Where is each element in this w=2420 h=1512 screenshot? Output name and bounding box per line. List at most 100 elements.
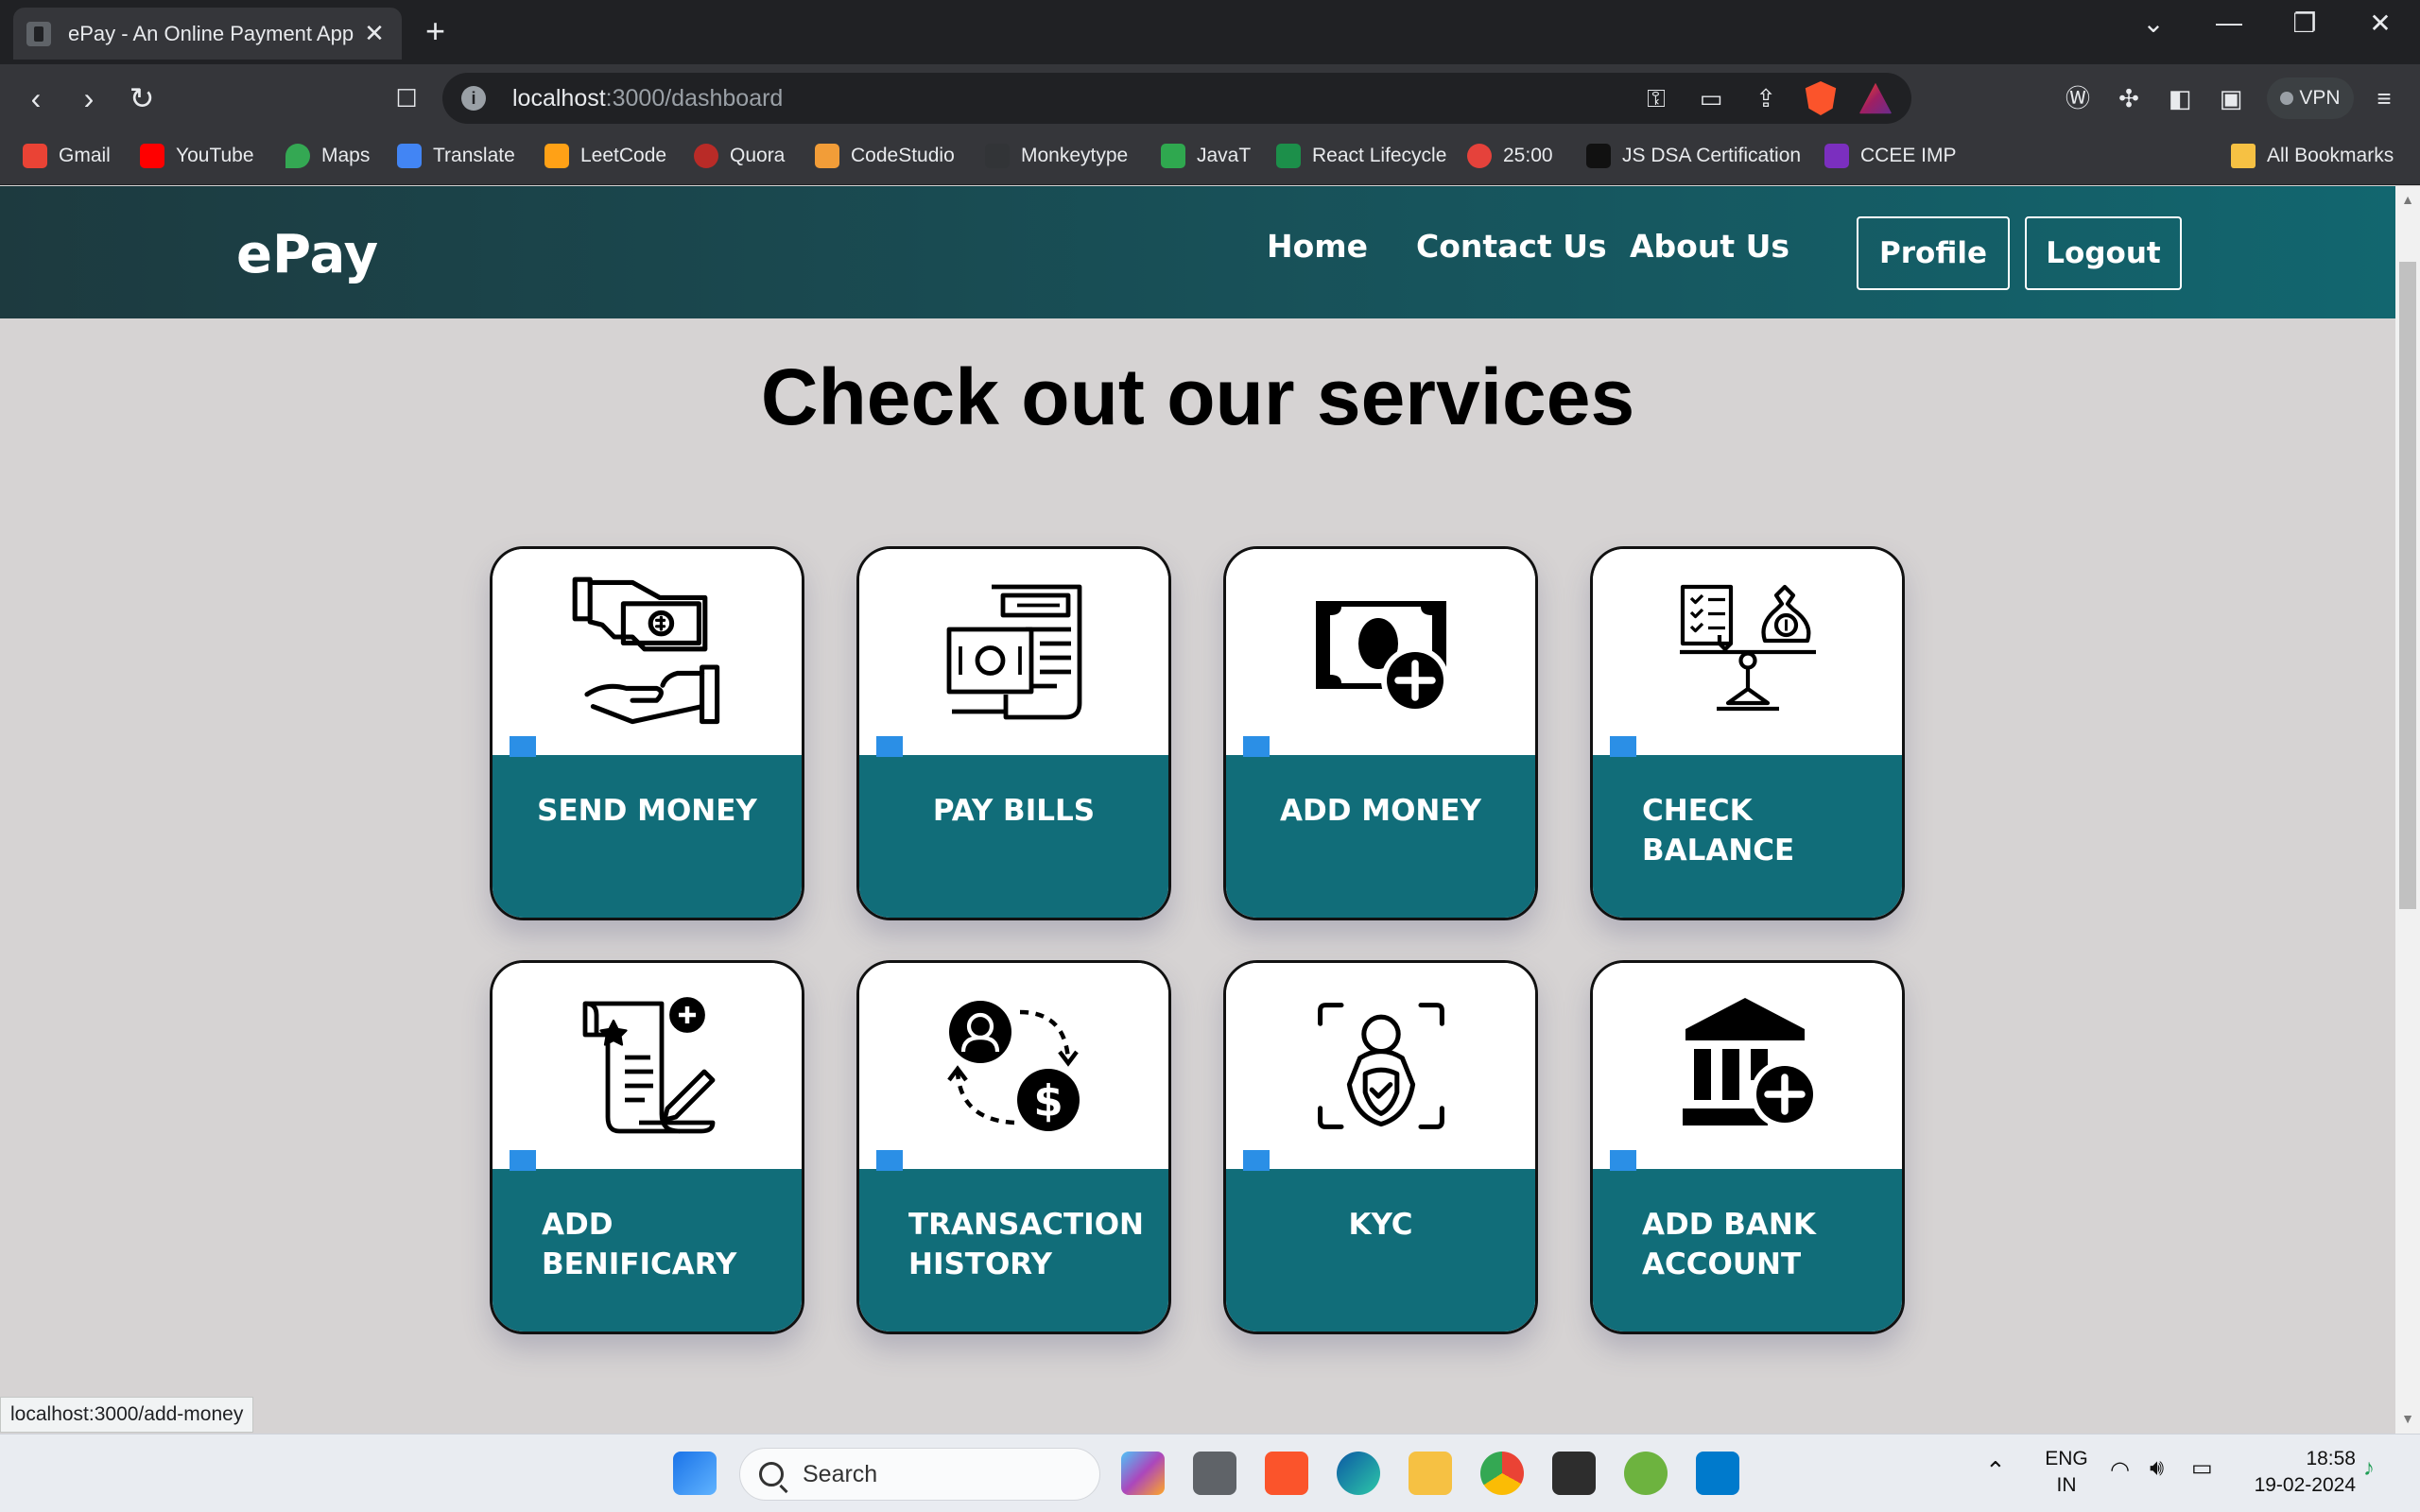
brand-logo[interactable]: ePay xyxy=(236,224,378,285)
terminal-icon[interactable] xyxy=(1552,1452,1596,1495)
scrollbar-thumb[interactable] xyxy=(2399,262,2416,909)
card-accent xyxy=(1243,1150,1270,1171)
brave-browser-icon[interactable] xyxy=(1265,1452,1308,1495)
scroll-up-icon[interactable]: ▲ xyxy=(2400,192,2415,207)
bookmark-youtube[interactable]: YouTube xyxy=(140,144,254,168)
service-card-check-balance[interactable]: CHECK BALANCE xyxy=(1590,546,1905,920)
site-navbar: ePay Home Contact Us About Us Profile Lo… xyxy=(0,186,2395,318)
monkeytype-icon xyxy=(985,144,1010,168)
copilot-icon[interactable] xyxy=(1121,1452,1165,1495)
spring-tools-icon[interactable] xyxy=(1624,1452,1668,1495)
all-bookmarks[interactable]: All Bookmarks xyxy=(2231,144,2394,168)
page-scrollbar[interactable]: ▲ ▼ xyxy=(2395,186,2420,1434)
task-view-icon[interactable] xyxy=(1193,1452,1236,1495)
tab-close-icon[interactable]: ✕ xyxy=(360,19,389,48)
service-card-kyc[interactable]: KYC xyxy=(1223,960,1538,1334)
bookmark-label: Translate xyxy=(433,145,515,166)
service-card-transaction-history[interactable]: $ TRANSACTION HISTORY xyxy=(856,960,1171,1334)
tab-search-chevron-icon[interactable]: ⌄ xyxy=(2125,8,2182,39)
add-cash-icon xyxy=(1315,601,1449,714)
tab-title: ePay - An Online Payment App xyxy=(68,21,354,45)
wallet-icon[interactable]: ▣ xyxy=(2212,81,2250,115)
bookmark-label: Maps xyxy=(321,145,371,166)
hand-cash-icon xyxy=(572,576,719,725)
windows-start-icon[interactable] xyxy=(673,1452,717,1495)
card-icon-area xyxy=(493,963,802,1169)
brave-shields-icon[interactable] xyxy=(1805,81,1837,115)
leetcode-icon xyxy=(544,144,569,168)
sidebar-icon[interactable]: ◧ xyxy=(2161,81,2199,115)
extensions-icon[interactable]: ✣ xyxy=(2110,81,2148,115)
close-window-icon[interactable]: ✕ xyxy=(2352,8,2409,39)
brave-rewards-icon[interactable] xyxy=(1858,82,1893,114)
lang-top: ENG xyxy=(2045,1448,2088,1469)
bookmark-monkeytype[interactable]: Monkeytype xyxy=(985,144,1128,168)
bill-receipt-icon xyxy=(946,584,1081,720)
bookmark-label: CodeStudio xyxy=(851,145,955,166)
vscode-icon[interactable] xyxy=(1696,1452,1739,1495)
volume-icon[interactable]: 🔊︎ xyxy=(2150,1455,2164,1482)
service-card-add-beneficiary[interactable]: ADD BENIFICARY xyxy=(490,960,804,1334)
minimize-icon[interactable]: — xyxy=(2201,8,2257,38)
taskbar-search[interactable]: Search xyxy=(739,1448,1100,1501)
browser-tab[interactable]: ePay - An Online Payment App ✕ xyxy=(13,8,402,60)
tray-overflow-icon[interactable]: ⌃ xyxy=(1985,1457,2006,1484)
card-icon-area: $ xyxy=(859,963,1168,1169)
bookmark-timer[interactable]: 25:00 xyxy=(1467,144,1553,168)
bookmark-javat[interactable]: JavaT xyxy=(1161,144,1251,168)
file-explorer-icon[interactable] xyxy=(1409,1452,1452,1495)
service-card-send-money[interactable]: SEND MONEY xyxy=(490,546,804,920)
wifi-icon[interactable]: ◠ xyxy=(2110,1457,2130,1484)
edge-icon[interactable] xyxy=(1337,1452,1380,1495)
bookmark-leetcode[interactable]: LeetCode xyxy=(544,144,666,168)
nav-about-us[interactable]: About Us xyxy=(1630,228,1789,265)
service-card-pay-bills[interactable]: PAY BILLS xyxy=(856,546,1171,920)
language-indicator[interactable]: ENG IN xyxy=(2042,1446,2091,1499)
logout-button[interactable]: Logout xyxy=(2025,216,2182,290)
bookmark-react-lifecycle[interactable]: React Lifecycle xyxy=(1276,144,1446,168)
bookmark-maps[interactable]: Maps xyxy=(285,144,370,168)
maps-icon xyxy=(285,144,310,168)
cast-icon[interactable]: ▭ xyxy=(1694,81,1728,115)
codestudio-icon xyxy=(815,144,839,168)
bookmark-translate[interactable]: Translate xyxy=(397,144,515,168)
service-card-add-money[interactable]: ADD MONEY xyxy=(1223,546,1538,920)
bookmark-js-dsa[interactable]: JS DSA Certification xyxy=(1586,144,1801,168)
card-accent xyxy=(876,736,903,757)
restore-icon[interactable]: ❐ xyxy=(2276,8,2333,39)
notification-bell-icon[interactable]: ♪ xyxy=(2363,1455,2375,1482)
key-icon[interactable]: ⚿ xyxy=(1639,81,1673,115)
youtube-icon xyxy=(140,144,164,168)
scroll-down-icon[interactable]: ▼ xyxy=(2400,1411,2415,1426)
service-label: ADD BANK ACCOUNT xyxy=(1642,1208,1816,1281)
address-bar[interactable]: i localhost:3000/dashboard ⚿ ▭ ⇪ xyxy=(442,73,1911,124)
bookmark-quora[interactable]: Quora xyxy=(694,144,785,168)
new-tab-button[interactable]: + xyxy=(425,11,445,51)
add-bank-icon xyxy=(1682,998,1819,1128)
service-label: SEND MONEY xyxy=(537,794,757,828)
service-card-add-bank-account[interactable]: ADD BANK ACCOUNT xyxy=(1590,960,1905,1334)
battery-icon[interactable]: ▭ xyxy=(2191,1455,2213,1482)
menu-icon[interactable]: ≡ xyxy=(2365,81,2403,115)
service-label: TRANSACTION HISTORY xyxy=(908,1208,1144,1281)
nav-home[interactable]: Home xyxy=(1267,228,1368,265)
bookmark-gmail[interactable]: Gmail xyxy=(23,144,111,168)
share-icon[interactable]: ⇪ xyxy=(1749,81,1783,115)
nav-contact-us[interactable]: Contact Us xyxy=(1416,228,1607,265)
reload-icon[interactable]: ↻ xyxy=(123,79,161,117)
bookmark-icon[interactable]: ☐ xyxy=(388,79,425,117)
card-accent xyxy=(1243,736,1270,757)
profile-button[interactable]: Profile xyxy=(1857,216,2010,290)
url-path: :3000/dashboard xyxy=(605,84,784,112)
site-info-icon[interactable]: i xyxy=(461,86,486,111)
card-accent xyxy=(510,736,536,757)
chrome-icon[interactable] xyxy=(1480,1452,1524,1495)
bookmark-codestudio[interactable]: CodeStudio xyxy=(815,144,955,168)
clock[interactable]: 18:58 19-02-2024 xyxy=(2242,1446,2356,1499)
forward-icon[interactable]: › xyxy=(70,79,108,117)
wallet-extension-icon[interactable]: Ⓦ xyxy=(2059,81,2097,115)
vpn-button[interactable]: VPN xyxy=(2267,77,2354,119)
clock-time: 18:58 xyxy=(2306,1448,2356,1469)
bookmark-ccee[interactable]: CCEE IMP xyxy=(1824,144,1957,168)
back-icon[interactable]: ‹ xyxy=(17,79,55,117)
